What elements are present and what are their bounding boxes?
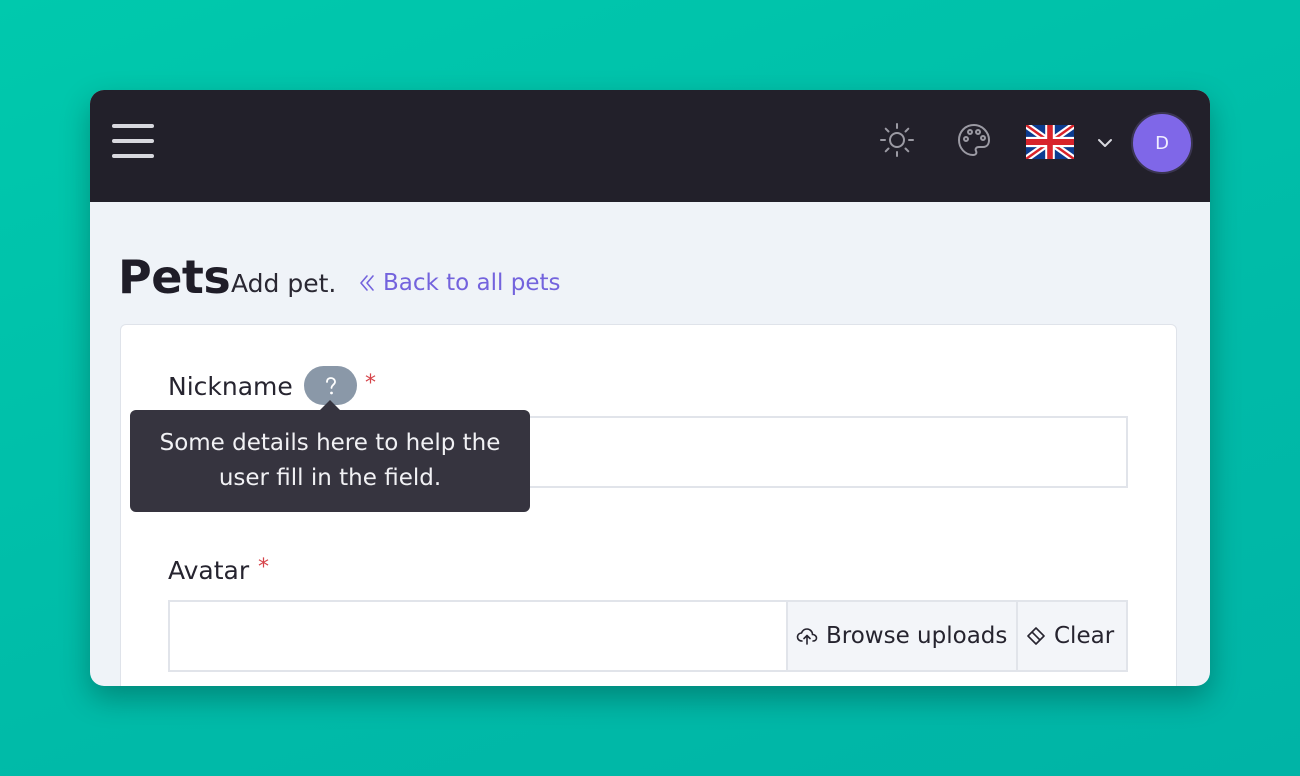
browse-uploads-label: Browse uploads	[826, 623, 1008, 649]
cloud-upload-icon	[796, 628, 818, 645]
user-avatar[interactable]: D	[1131, 112, 1193, 174]
help-tooltip: Some details here to help the user fill …	[130, 400, 530, 512]
uk-flag-icon[interactable]	[1026, 125, 1074, 159]
top-navbar: D	[90, 90, 1210, 202]
clear-label: Clear	[1054, 623, 1115, 649]
page-subtitle: Add pet.	[231, 269, 337, 298]
browse-uploads-button[interactable]: Browse uploads	[786, 600, 1018, 672]
hamburger-menu-icon[interactable]	[112, 124, 154, 158]
palette-icon[interactable]	[956, 122, 992, 158]
sun-icon[interactable]	[879, 122, 915, 158]
avatar-required-mark: *	[258, 555, 269, 580]
clear-button[interactable]: Clear	[1016, 600, 1128, 672]
back-link-label: Back to all pets	[383, 270, 561, 296]
tooltip-line-1: Some details here to help the	[159, 430, 501, 456]
avatar-input[interactable]	[168, 600, 788, 672]
nickname-label: Nickname	[168, 372, 293, 401]
eraser-icon	[1027, 627, 1045, 645]
chevron-down-icon[interactable]	[1096, 134, 1114, 152]
tooltip-line-2: user fill in the field.	[218, 465, 442, 491]
back-to-all-pets-link[interactable]: Back to all pets	[357, 270, 561, 296]
avatar-label: Avatar	[168, 556, 250, 585]
nickname-required-mark: *	[365, 371, 376, 396]
app-window: D Pets Add pet. Back to all pets Nicknam…	[90, 90, 1210, 686]
double-chevron-left-icon	[360, 275, 374, 291]
page-title: Pets	[118, 250, 231, 304]
